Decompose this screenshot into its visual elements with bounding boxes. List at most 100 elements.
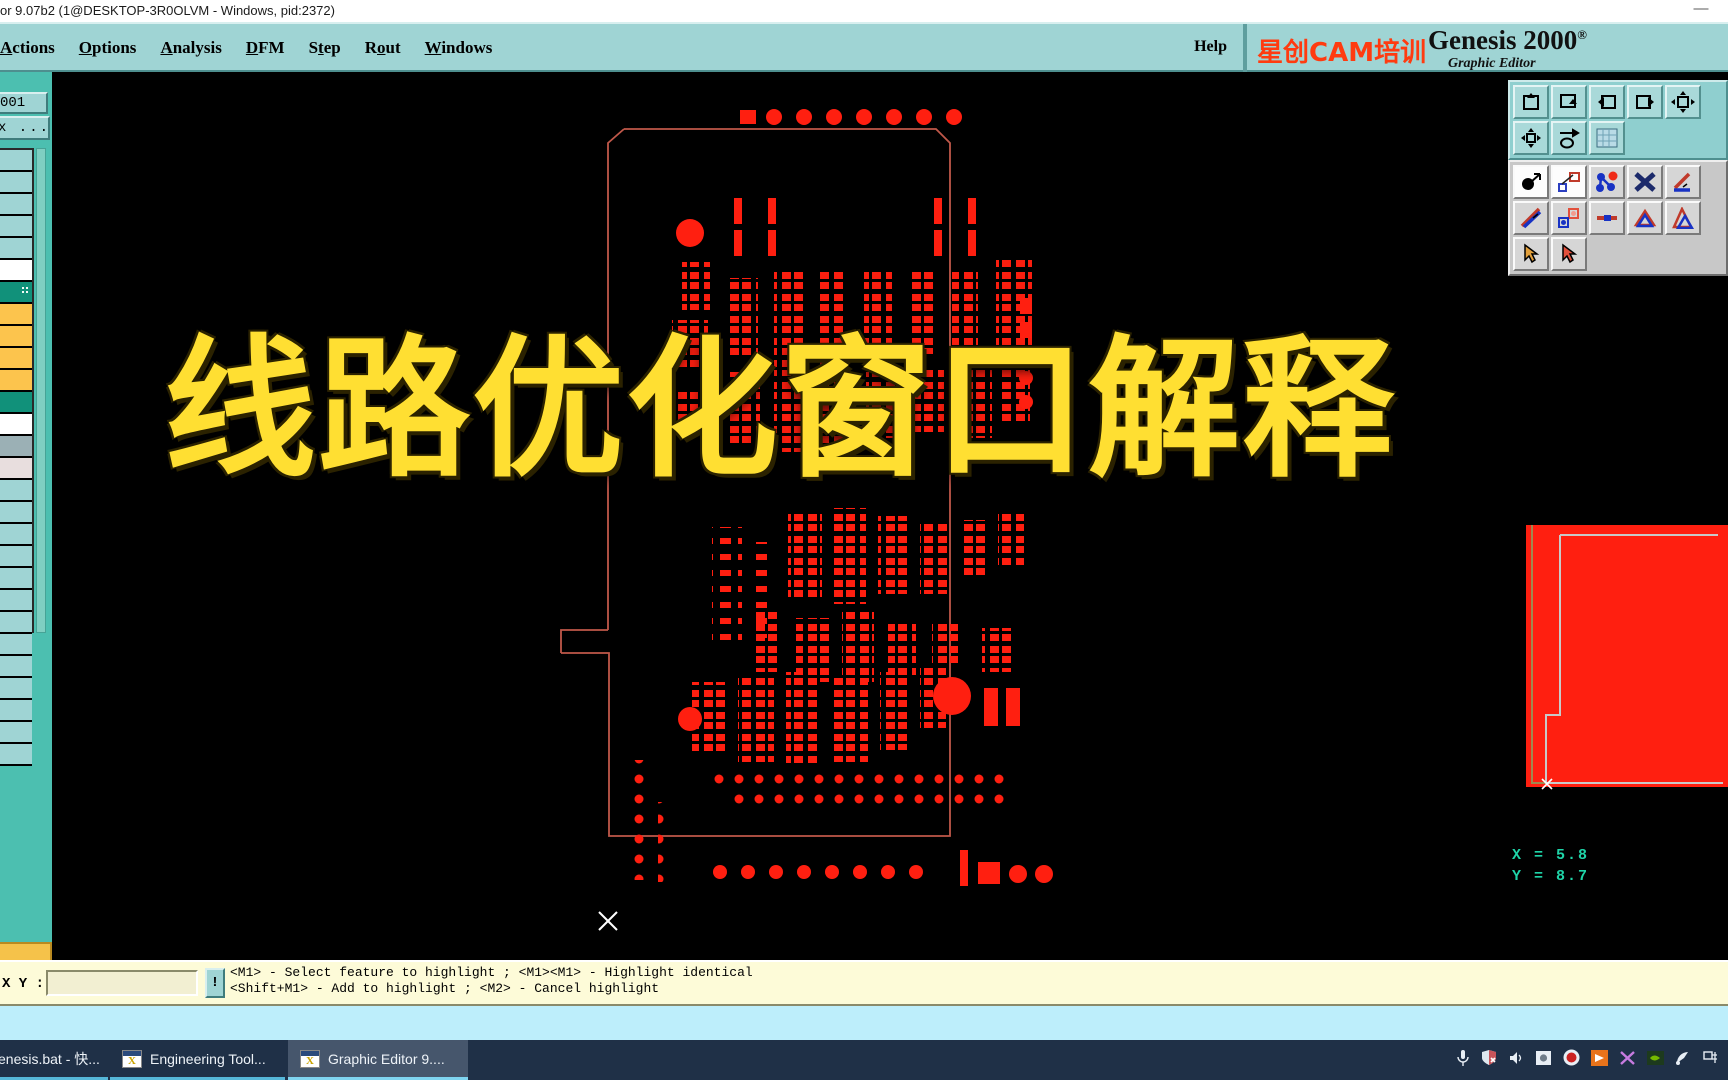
zoom-fit-all-icon[interactable] — [1513, 121, 1549, 155]
pan-right-icon[interactable] — [1627, 85, 1663, 119]
system-tray — [1456, 1040, 1720, 1080]
taskbar-item-label: enesis.bat - 快... — [0, 1050, 100, 1067]
coordinate-x: X = 5.8 — [1512, 847, 1590, 864]
layer-row[interactable] — [0, 568, 32, 590]
measure-icon[interactable] — [1551, 165, 1587, 199]
toolbar-view-group — [1508, 80, 1728, 160]
layer-row[interactable] — [0, 238, 32, 260]
layer-list-scrollbar[interactable] — [36, 148, 46, 633]
menu-item-step[interactable]: Step — [309, 38, 341, 58]
layer-row[interactable] — [0, 260, 32, 282]
command-hint-button[interactable]: ! — [205, 968, 225, 998]
layer-row[interactable] — [0, 216, 32, 238]
menu-item-windows[interactable]: Windows — [425, 38, 493, 58]
layer-row[interactable] — [0, 326, 32, 348]
layer-row[interactable] — [0, 436, 32, 458]
cursor-arrow-icon[interactable] — [1513, 237, 1549, 271]
layer-row[interactable] — [0, 744, 32, 766]
cursor-arrow-alt-icon[interactable] — [1551, 237, 1587, 271]
layer-row[interactable] — [0, 612, 32, 634]
layer-row[interactable] — [0, 722, 32, 744]
zoom-fit-vertical-icon[interactable] — [1665, 85, 1701, 119]
status-hint-line1: <M1> - Select feature to highlight ; <M1… — [230, 965, 753, 980]
status-hint-line2: <Shift+M1> - Add to highlight ; <M2> - C… — [230, 981, 660, 996]
graphic-canvas[interactable]: 线路优化窗口解释 — [52, 72, 1508, 960]
pan-left-icon[interactable] — [1589, 85, 1625, 119]
pcb-artwork — [52, 72, 1508, 960]
watermark-cam-training: 星创CAM培训 — [1257, 38, 1427, 68]
left-layer-panel: 001 x ... — [0, 72, 52, 972]
layer-row[interactable] — [0, 304, 32, 326]
pad-copy-icon[interactable] — [1551, 201, 1587, 235]
layer-row[interactable] — [0, 656, 32, 678]
layer-row[interactable] — [0, 414, 32, 436]
layer-row[interactable] — [0, 678, 32, 700]
layer-row[interactable] — [0, 392, 32, 414]
satellite-icon[interactable] — [1675, 1050, 1692, 1071]
record-icon[interactable] — [1563, 1049, 1580, 1071]
layer-row[interactable] — [0, 172, 32, 194]
display-icon[interactable] — [1535, 1050, 1552, 1071]
board-preview-panel[interactable] — [1508, 525, 1728, 843]
zoom-home-icon[interactable] — [1513, 85, 1549, 119]
layer-row[interactable] — [0, 348, 32, 370]
delete-cross-icon[interactable] — [1627, 165, 1663, 199]
grid-icon[interactable] — [1589, 121, 1625, 155]
line-select-icon[interactable] — [1665, 165, 1701, 199]
minimize-button[interactable]: — — [1688, 1, 1714, 18]
layer-row[interactable] — [0, 524, 32, 546]
network-icon[interactable] — [1703, 1050, 1720, 1070]
product-name-text: Genesis 2000 — [1428, 25, 1578, 55]
layer-row[interactable] — [0, 480, 32, 502]
menu-item-help[interactable]: Help — [1194, 38, 1227, 56]
flag-icon[interactable] — [1591, 1049, 1608, 1071]
layer-row[interactable] — [0, 634, 32, 656]
layer-row[interactable] — [0, 700, 32, 722]
net-select-icon[interactable] — [1589, 165, 1625, 199]
board-preview-svg — [1526, 525, 1728, 790]
product-name: Genesis 2000® — [1428, 25, 1587, 56]
layer-list[interactable] — [0, 148, 34, 766]
surface-select-icon[interactable] — [1627, 201, 1663, 235]
layer-row[interactable] — [0, 282, 32, 304]
crosshair-cursor — [598, 911, 618, 931]
xy-label: X Y : — [2, 976, 45, 992]
toolbar-groups — [1508, 80, 1728, 276]
menu-item-options[interactable]: Options — [79, 38, 137, 58]
wrench-palette-icon[interactable] — [1551, 121, 1587, 155]
layer-row[interactable] — [0, 458, 32, 480]
speaker-icon[interactable] — [1508, 1050, 1524, 1071]
menu-item-actions[interactable]: Actions — [0, 38, 55, 58]
os-titlebar: or 9.07b2 (1@DESKTOP-3R0OLVM - Windows, … — [0, 0, 1728, 22]
line-segment-icon[interactable] — [1589, 201, 1625, 235]
layer-row[interactable] — [0, 194, 32, 216]
line-add-icon[interactable] — [1513, 201, 1549, 235]
surface-add-icon[interactable] — [1665, 201, 1701, 235]
menu-item-dfm[interactable]: DFM — [246, 38, 285, 58]
layer-row[interactable] — [0, 546, 32, 568]
windows-taskbar: enesis.bat - 快... Engineering Tool... Grap… — [0, 1040, 1728, 1080]
security-shield-icon[interactable] — [1481, 1049, 1497, 1071]
taskbar-item[interactable]: Engineering Tool... — [110, 1040, 285, 1080]
status-bar: X Y : ! <M1> - Select feature to highlig… — [0, 960, 1728, 1006]
layer-row[interactable] — [0, 370, 32, 392]
step-name-field[interactable]: 001 — [0, 92, 48, 114]
select-feature-icon[interactable] — [1513, 165, 1549, 199]
menu-item-analysis[interactable]: Analysis — [160, 38, 221, 58]
nvidia-icon[interactable] — [1647, 1050, 1664, 1070]
window-icon — [122, 1049, 142, 1068]
coordinate-readout: X = 5.8 Y = 8.7 — [1508, 845, 1728, 889]
zoom-in-window-icon[interactable] — [1551, 85, 1587, 119]
layer-menu-button[interactable]: x ... — [0, 116, 50, 140]
taskbar-item[interactable]: Graphic Editor 9.... — [288, 1040, 468, 1080]
menu-item-rout[interactable]: Rout — [365, 38, 401, 58]
os-window-title: or 9.07b2 (1@DESKTOP-3R0OLVM - Windows, … — [0, 3, 335, 18]
taskbar-item[interactable]: enesis.bat - 快... — [0, 1040, 108, 1080]
layer-row[interactable] — [0, 502, 32, 524]
toolbar-edit-group — [1508, 160, 1728, 276]
x-close-icon[interactable] — [1619, 1050, 1636, 1071]
layer-row[interactable] — [0, 590, 32, 612]
layer-row[interactable] — [0, 150, 32, 172]
xy-input[interactable] — [46, 970, 198, 996]
microphone-icon[interactable] — [1456, 1049, 1470, 1072]
